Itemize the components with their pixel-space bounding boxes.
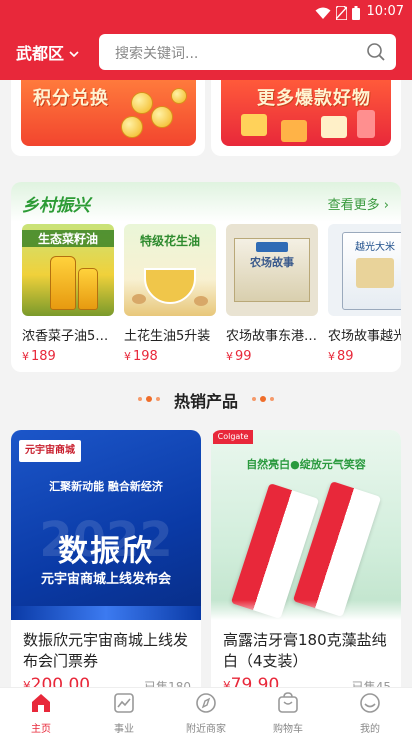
peanut	[132, 294, 146, 304]
chevron-down-icon	[69, 43, 79, 62]
product-item[interactable]: 生态菜籽油 浓香菜子油5升装 ¥189	[22, 224, 114, 364]
profile-icon	[358, 693, 382, 718]
image-caption: 农场故事	[250, 256, 294, 269]
brand-logo: Colgate	[213, 430, 253, 444]
image-footer-band	[11, 606, 201, 620]
rural-section: 乡村振兴 查看更多 › 生态菜籽油 浓香菜子油5升装 ¥189 特级花生油 土花…	[11, 182, 401, 372]
app-header: 武都区 搜索关键词...	[0, 24, 412, 80]
promo-points-exchange[interactable]: 积分兑换	[11, 80, 205, 156]
oil-bottle	[78, 268, 98, 310]
chart-icon	[112, 693, 136, 718]
promo-label: 积分兑换	[33, 88, 109, 109]
image-subtitle: 元宇宙商城上线发布会	[40, 572, 171, 587]
view-more-link[interactable]: 查看更多 ›	[328, 194, 389, 213]
tab-label: 我的	[360, 724, 380, 733]
product-price: ¥198	[124, 349, 158, 364]
product-name: 浓香菜子油5升装	[22, 329, 114, 344]
coin-icon	[151, 106, 173, 128]
product-title: 数振欣元宇宙商城上线发布会门票券	[23, 631, 189, 670]
search-icon[interactable]	[366, 42, 386, 66]
product-name: 土花生油5升装	[124, 329, 211, 344]
section-title: 热销产品	[173, 392, 238, 411]
compass-icon	[194, 693, 218, 718]
product-item[interactable]: 农场故事 农场故事东港大米 ¥99	[226, 224, 318, 364]
status-time: 10:07	[366, 4, 404, 19]
tab-label: 主页	[31, 724, 51, 733]
tab-home[interactable]: 主页	[6, 692, 76, 733]
image-caption: 特级花生油	[139, 234, 200, 248]
coin-icon	[121, 116, 143, 138]
tab-label: 附近商家	[186, 724, 226, 733]
image-footer-fade	[211, 600, 401, 620]
title-decoration-right	[252, 396, 274, 402]
rice-box-logo	[256, 242, 288, 252]
product-image: 元宇宙商城 汇聚新动能 融合新经济 2022 数振欣 元宇宙商城上线发布会	[11, 430, 201, 620]
product-image: 生态菜籽油	[22, 224, 114, 316]
oil-bottle	[50, 256, 76, 310]
gift-icon	[281, 120, 307, 142]
promo-label: 更多爆款好物	[257, 88, 371, 109]
suitcase-icon	[357, 110, 375, 138]
tab-cart[interactable]: 购物车	[253, 692, 323, 733]
tab-profile[interactable]: 我的	[335, 692, 405, 733]
promo-more-hot-items[interactable]: 更多爆款好物	[211, 80, 401, 156]
tab-label: 购物车	[273, 724, 303, 733]
image-slogan: 自然亮白●绽放元气笑容	[246, 458, 366, 471]
product-price: ¥89	[328, 349, 354, 364]
product-title: 高露洁牙膏180克藻盐纯白（4支装）	[223, 631, 387, 670]
product-image: 越光大米	[328, 224, 401, 316]
product-item[interactable]: 特级花生油 土花生油5升装 ¥198	[124, 224, 216, 364]
promo-banner-image: 更多爆款好物	[221, 80, 391, 146]
image-tagline: 汇聚新动能 融合新经济	[49, 480, 163, 493]
location-selector[interactable]: 武都区	[16, 40, 79, 64]
gift-icon	[241, 114, 267, 136]
wifi-icon	[315, 5, 331, 24]
brand-logo: 元宇宙商城	[19, 440, 81, 462]
product-price: ¥189	[22, 349, 56, 364]
promo-banner-image: 积分兑换	[21, 80, 196, 146]
brand-header: Colgate	[211, 430, 401, 444]
image-caption: 越光大米	[355, 242, 395, 253]
tab-business[interactable]: 事业	[89, 692, 159, 733]
battery-icon	[352, 5, 360, 24]
cart-icon	[276, 692, 300, 718]
no-sim-icon	[335, 5, 348, 24]
search-bar[interactable]: 搜索关键词...	[99, 34, 396, 70]
status-bar: 10:07	[0, 0, 412, 24]
search-input[interactable]: 搜索关键词...	[115, 43, 198, 63]
rice-bag-window	[356, 258, 394, 288]
bottom-tab-bar: 主页 事业 附近商家 购物车 我的	[0, 687, 412, 733]
gift-icon	[321, 116, 347, 138]
oil-bowl	[144, 268, 196, 304]
peanut	[194, 296, 208, 306]
image-headline: 数振欣	[58, 534, 154, 569]
product-name: 农场故事东港大米	[226, 329, 318, 344]
home-icon	[29, 694, 53, 718]
promo-row: 积分兑换 更多爆款好物	[0, 80, 412, 162]
product-image: 农场故事	[226, 224, 318, 316]
tab-nearby[interactable]: 附近商家	[171, 692, 241, 733]
tab-label: 事业	[114, 724, 134, 733]
coin-icon	[131, 92, 153, 114]
section-title: 乡村振兴	[22, 196, 90, 216]
product-item[interactable]: 越光大米 农场故事越光米 ¥89	[328, 224, 401, 364]
image-caption: 生态菜籽油	[22, 230, 114, 247]
product-price: ¥99	[226, 349, 252, 364]
coin-icon	[171, 88, 187, 104]
product-image: Colgate 自然亮白●绽放元气笑容	[211, 430, 401, 620]
product-card[interactable]: Colgate 自然亮白●绽放元气笑容 高露洁牙膏180克藻盐纯白（4支装） ¥…	[211, 430, 401, 700]
product-image: 特级花生油	[124, 224, 216, 316]
product-card[interactable]: 元宇宙商城 汇聚新动能 融合新经济 2022 数振欣 元宇宙商城上线发布会 数振…	[11, 430, 201, 700]
location-label: 武都区	[16, 44, 65, 63]
product-name: 农场故事越光米	[328, 329, 401, 344]
